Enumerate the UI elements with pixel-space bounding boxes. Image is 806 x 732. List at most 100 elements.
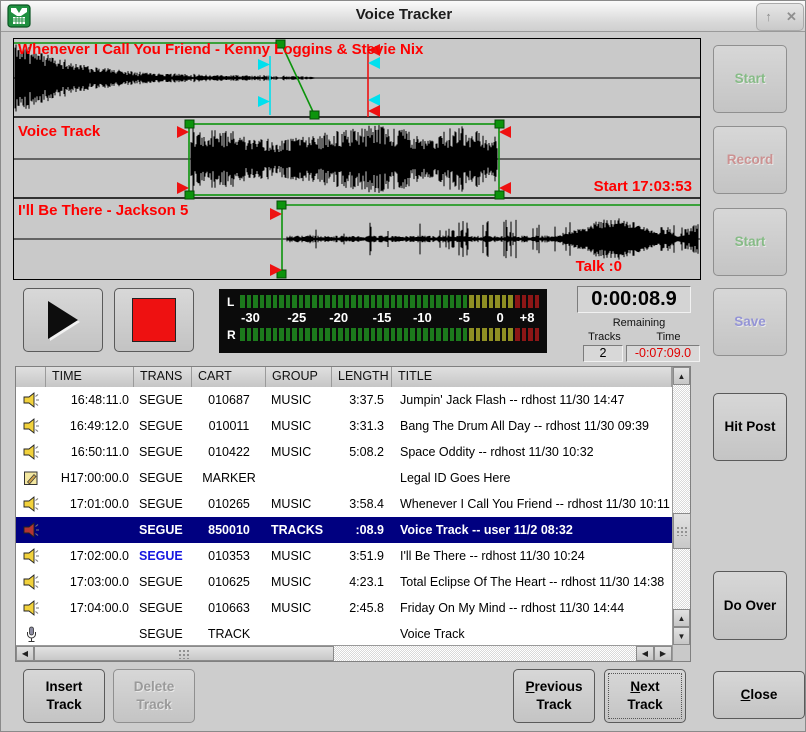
scroll-up-button-2[interactable]: ▲ [673,609,690,627]
cell-group: MUSIC [266,393,332,407]
cell-time: 17:02:00.0 [46,549,134,563]
meter-scale-label: 0 [497,310,504,325]
meter-segment [358,295,363,308]
record-button[interactable]: Record [713,126,787,194]
meter-segment [495,328,500,341]
cell-title: I'll Be There -- rdhost 11/30 10:24 [392,549,672,563]
meter-segment [456,328,461,341]
scroll-up-button[interactable]: ▲ [673,367,690,385]
stop-button[interactable] [114,288,194,352]
previous-track-button[interactable]: PreviousTrack [513,669,595,723]
meter-scale-label: -20 [329,310,348,325]
vertical-scroll-track[interactable] [673,385,690,609]
scroll-down-button[interactable]: ▼ [673,627,690,645]
envelope-handle[interactable] [310,111,319,119]
cell-time: 16:49:12.0 [46,419,134,433]
meter-segment [391,295,396,308]
cell-trans: SEGUE [134,445,192,459]
log-row[interactable]: 16:48:11.0SEGUE010687MUSIC3:37.5Jumpin' … [16,387,672,413]
scroll-left-button-2[interactable]: ◀ [636,646,654,661]
meter-segment [430,328,435,341]
log-row[interactable]: 17:03:00.0SEGUE010625MUSIC4:23.1Total Ec… [16,569,672,595]
start-track1-button[interactable]: Start [713,45,787,113]
vertical-scroll-thumb[interactable] [673,513,691,549]
meter-segment [508,328,513,341]
meter-segment [450,328,455,341]
meter-segment [279,295,284,308]
envelope-handle[interactable] [185,120,194,128]
envelope-handle[interactable] [185,191,194,199]
log-row[interactable]: 17:02:00.0SEGUE010353MUSIC3:51.9I'll Be … [16,543,672,569]
cell-len: 5:08.2 [332,445,392,459]
insert-track-button[interactable]: InsertTrack [23,669,105,723]
cell-time: 17:04:00.0 [46,601,134,615]
cell-cart: 010265 [192,497,266,511]
cell-icon [16,444,46,460]
next-track-button[interactable]: NextTrack [604,669,686,723]
start-track3-button[interactable]: Start [713,208,787,276]
cell-title: Friday On My Mind -- rdhost 11/30 14:44 [392,601,672,615]
titlebar[interactable]: Voice Tracker ↑ ✕ [1,1,806,32]
column-header-LENGTH[interactable]: LENGTH [332,367,392,387]
horizontal-scroll-thumb[interactable] [34,646,334,661]
log-table-header[interactable]: TIMETRANSCARTGROUPLENGTHTITLE [16,367,672,388]
envelope-handle[interactable] [495,120,504,128]
cell-group: TRACKS [266,523,332,537]
log-table[interactable]: TIMETRANSCARTGROUPLENGTHTITLE 16:48:11.0… [15,366,691,662]
meter-segment [332,328,337,341]
cell-cart: 010663 [192,601,266,615]
horizontal-scrollbar[interactable]: ◀ ◀ ▶ [16,645,672,661]
log-row[interactable]: 17:04:00.0SEGUE010663MUSIC2:45.8Friday O… [16,595,672,621]
column-header-TIME[interactable]: TIME [46,367,134,387]
cell-title: Legal ID Goes Here [392,471,672,485]
meter-segment [240,328,245,341]
play-button[interactable] [23,288,103,352]
column-header-TRANS[interactable]: TRANS [134,367,192,387]
vertical-scrollbar[interactable]: ▲ ▲ ▼ [672,367,690,661]
envelope-handle[interactable] [277,201,286,209]
cell-trans: SEGUE [134,419,192,433]
meter-segment [286,295,291,308]
cell-trans: SEGUE [134,497,192,511]
delete-track-button[interactable]: DeleteTrack [113,669,195,723]
meter-segment [247,295,252,308]
hit-post-button[interactable]: Hit Post [713,393,787,461]
speaker-icon [22,522,40,538]
meter-scale-label: -5 [458,310,470,325]
log-row[interactable]: 16:49:12.0SEGUE010011MUSIC3:31.3Bang The… [16,413,672,439]
log-row[interactable]: SEGUETRACKVoice Track [16,621,672,647]
column-header-TITLE[interactable]: TITLE [392,367,672,387]
cell-icon [16,548,46,564]
meter-segment [469,295,474,308]
envelope-handle[interactable] [495,191,504,199]
microphone-icon [26,626,37,643]
log-table-body[interactable]: 16:48:11.0SEGUE010687MUSIC3:37.5Jumpin' … [16,387,672,647]
column-header-GROUP[interactable]: GROUP [266,367,332,387]
close-button[interactable]: Close [713,671,805,719]
column-header-icon[interactable] [16,367,46,387]
speaker-icon [22,418,40,434]
log-row[interactable]: H17:00:00.0SEGUEMARKERLegal ID Goes Here [16,465,672,491]
save-button[interactable]: Save [713,288,787,356]
log-row-selected[interactable]: SEGUE850010TRACKS:08.9Voice Track -- use… [16,517,672,543]
cell-icon [16,392,46,408]
cell-cart: 010625 [192,575,266,589]
do-over-button[interactable]: Do Over [713,571,787,640]
meter-segment [476,328,481,341]
shade-window-button[interactable]: ↑ [760,8,778,26]
remaining-panel: Remaining Tracks Time 2 -0:07:09.0 [575,317,703,362]
close-window-button[interactable]: ✕ [783,8,801,26]
log-row[interactable]: 16:50:11.0SEGUE010422MUSIC5:08.2Space Od… [16,439,672,465]
cell-trans: SEGUE [134,575,192,589]
track1-talk-marker[interactable] [258,56,270,115]
scroll-right-button[interactable]: ▶ [654,646,672,661]
column-header-CART[interactable]: CART [192,367,266,387]
log-row[interactable]: 17:01:00.0SEGUE010265MUSIC3:58.4Whenever… [16,491,672,517]
meter-segment [319,295,324,308]
scroll-left-button[interactable]: ◀ [16,646,34,661]
horizontal-scroll-track[interactable] [34,646,636,661]
cell-trans: SEGUE [134,601,192,615]
meter-segment [522,295,527,308]
waveform-panel[interactable]: Whenever I Call You Friend - Kenny Loggi… [13,38,701,280]
meter-segment [325,328,330,341]
